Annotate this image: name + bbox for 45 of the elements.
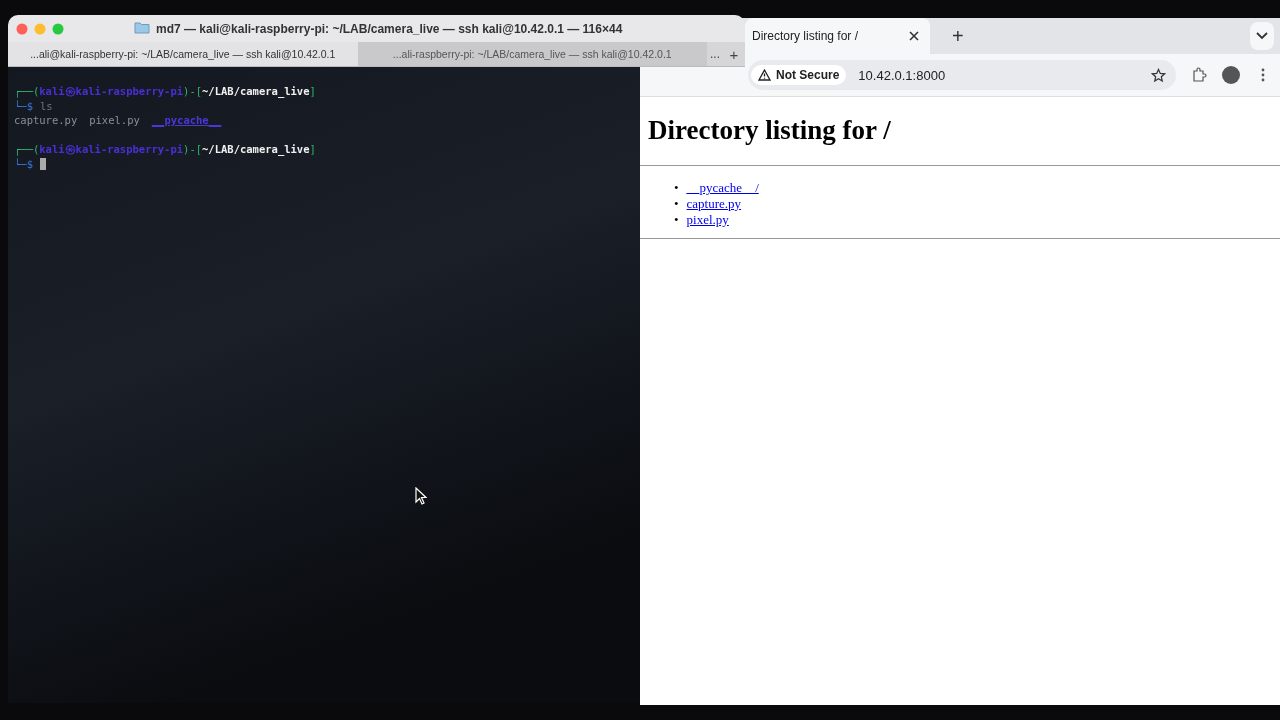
address-bar[interactable]: Not Secure 10.42.0.1:8000 xyxy=(748,60,1176,90)
file-link[interactable]: capture.py xyxy=(686,196,742,212)
file-link[interactable]: pixel.py xyxy=(686,212,729,228)
file-name: capture.py xyxy=(14,113,78,128)
close-icon[interactable] xyxy=(908,30,921,42)
tab-title: Directory listing for / xyxy=(752,29,859,43)
prompt-decoration: ┌──( xyxy=(14,84,40,99)
new-tab-button[interactable]: + xyxy=(952,26,964,46)
not-secure-badge[interactable]: Not Secure xyxy=(751,65,847,85)
list-bullet: • xyxy=(674,212,679,228)
prompt-decoration: )-[ xyxy=(183,142,203,155)
url-text: 10.42.0.1:8000 xyxy=(858,67,947,83)
prompt-symbol: ㉿ xyxy=(64,84,76,99)
file-name: pixel.py xyxy=(89,113,140,128)
prompt-user: kali xyxy=(39,84,65,99)
prompt-symbol: └─$ xyxy=(14,98,33,113)
chevron-down-icon[interactable] xyxy=(1250,22,1274,50)
prompt-decoration: ┌──( xyxy=(14,142,40,157)
prompt-user: kali xyxy=(39,142,65,157)
prompt-decoration: ] xyxy=(309,84,316,99)
browser-tab[interactable]: Directory listing for / xyxy=(745,18,931,54)
prompt-path: ~/LAB/camera_live xyxy=(202,142,310,157)
puzzle-icon[interactable] xyxy=(1190,66,1208,84)
list-bullet: • xyxy=(674,180,679,196)
prompt-decoration: ] xyxy=(309,142,316,157)
tab-overflow-button[interactable]: ... xyxy=(707,47,723,61)
new-tab-button[interactable]: + xyxy=(723,45,745,63)
window-title: md7 — kali@kali-raspberry-pi: ~/LAB/camera_live — ssh kali@10.42.0.1 — 116×44 xyxy=(156,21,623,36)
prompt-path: ~/LAB/camera_live xyxy=(202,84,310,99)
star-icon[interactable] xyxy=(1151,67,1166,83)
page-heading: Directory listing for / xyxy=(648,115,892,146)
prompt-host: kali-raspberry-pi xyxy=(75,84,184,99)
command-text: ls xyxy=(39,98,53,113)
file-link[interactable]: __pycache__/ xyxy=(686,180,759,196)
avatar-icon[interactable] xyxy=(1222,66,1240,84)
warning-icon xyxy=(758,69,771,81)
terminal-tab[interactable]: ...ali@kali-raspberry-pi: ~/LAB/camera_live — ssh kali@10.42.0.1 xyxy=(8,42,358,66)
prompt-host: kali-raspberry-pi xyxy=(75,142,184,157)
prompt-symbol: └─$ xyxy=(14,156,33,171)
directory-name: __pycache__ xyxy=(151,113,222,128)
mouse-pointer-icon xyxy=(415,487,427,505)
prompt-symbol: ㉿ xyxy=(64,142,76,157)
terminal-tab[interactable]: ...ali-raspberry-pi: ~/LAB/camera_live — ssh kali@10.42.0.1 xyxy=(357,42,707,66)
list-bullet: • xyxy=(674,196,679,212)
prompt-decoration: )-[ xyxy=(183,84,203,97)
